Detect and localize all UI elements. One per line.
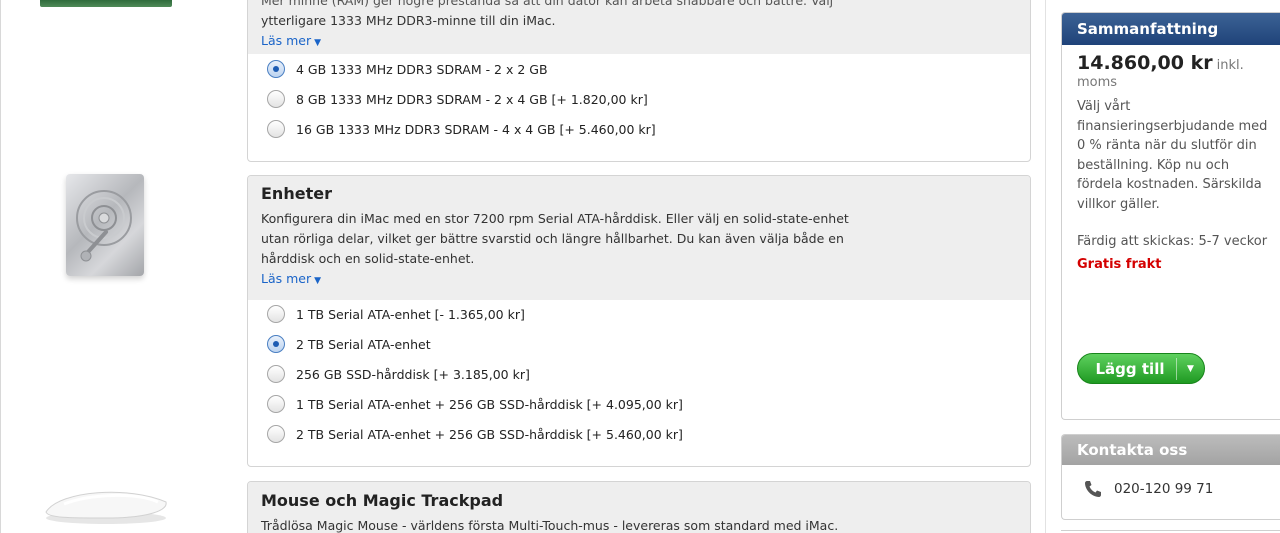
shipping-time-text: Färdig att skickas: 5-7 veckor: [1077, 233, 1268, 249]
magic-mouse-image: [45, 491, 167, 524]
column-divider: [1045, 0, 1046, 533]
storage-title: Enheter: [261, 184, 332, 203]
radio-button[interactable]: [267, 425, 285, 443]
page-left-border: [0, 0, 1, 533]
storage-description-line-2: utan rörliga delar, vilket ger bättre sv…: [261, 231, 844, 246]
contact-phone-row: 020-120 99 71: [1062, 465, 1280, 498]
storage-option-label: 256 GB SSD-hårddisk [+ 3.185,00 kr]: [296, 366, 530, 382]
summary-box: Sammanfattning 14.860,00 kr inkl. moms Vä…: [1061, 12, 1280, 420]
storage-option-2tb-ssd[interactable]: 2 TB Serial ATA-enhet + 256 GB SSD-hårdd…: [267, 423, 683, 445]
memory-panel-header: Mer minne (RAM) ger högre prestanda så a…: [248, 0, 1030, 54]
financing-text: Välj vårt finansieringserbjudande med 0 …: [1077, 99, 1268, 212]
radio-button[interactable]: [267, 305, 285, 323]
memory-learn-more-link[interactable]: Läs mer ▼: [261, 31, 321, 53]
radio-button-checked[interactable]: [267, 60, 285, 78]
radio-button[interactable]: [267, 90, 285, 108]
storage-panel-header: Enheter Konfigurera din iMac med en stor…: [248, 176, 1030, 300]
memory-learn-more-label: Läs mer: [261, 33, 312, 48]
phone-icon: [1085, 481, 1101, 497]
hard-drive-platter-icon: [76, 190, 132, 262]
free-shipping-label: Gratis frakt: [1077, 257, 1162, 273]
storage-option-1tb[interactable]: 1 TB Serial ATA-enhet [- 1.365,00 kr]: [267, 303, 525, 325]
storage-option-2tb[interactable]: 2 TB Serial ATA-enhet: [267, 333, 431, 355]
memory-option-16gb[interactable]: 16 GB 1333 MHz DDR3 SDRAM - 4 x 4 GB [+ …: [267, 118, 656, 140]
hard-drive-image: [66, 174, 144, 276]
mouse-title: Mouse och Magic Trackpad: [261, 491, 504, 510]
radio-button[interactable]: [267, 120, 285, 138]
memory-option-label: 16 GB 1333 MHz DDR3 SDRAM - 4 x 4 GB [+ …: [296, 121, 656, 137]
radio-button[interactable]: [267, 365, 285, 383]
storage-option-1tb-ssd[interactable]: 1 TB Serial ATA-enhet + 256 GB SSD-hårdd…: [267, 393, 683, 415]
radio-button[interactable]: [267, 395, 285, 413]
storage-learn-more-link[interactable]: Läs mer ▼: [261, 269, 321, 291]
storage-learn-more-label: Läs mer: [261, 271, 312, 286]
chevron-down-icon[interactable]: ▼: [1177, 364, 1204, 374]
mouse-description: Trådlösa Magic Mouse - världens första M…: [261, 518, 839, 533]
add-to-cart-button[interactable]: Lägg till ▼: [1077, 353, 1205, 384]
memory-option-4gb[interactable]: 4 GB 1333 MHz DDR3 SDRAM - 2 x 2 GB: [267, 58, 548, 80]
memory-module-image: [40, 0, 172, 7]
storage-options-panel: Enheter Konfigurera din iMac med en stor…: [247, 175, 1031, 467]
storage-description-line-3: hårddisk och en solid-state-enhet.: [261, 251, 475, 266]
storage-description-line-1: Konfigurera din iMac med en stor 7200 rp…: [261, 211, 849, 226]
storage-option-label: 2 TB Serial ATA-enhet + 256 GB SSD-hårdd…: [296, 426, 683, 442]
chevron-down-icon: ▼: [314, 276, 322, 286]
memory-description: ytterligare 1333 MHz DDR3-minne till din…: [261, 13, 556, 28]
add-to-cart-label: Lägg till: [1095, 359, 1165, 378]
mouse-options-panel: Mouse och Magic Trackpad Trådlösa Magic …: [247, 481, 1031, 533]
storage-option-label: 1 TB Serial ATA-enhet + 256 GB SSD-hårdd…: [296, 396, 683, 412]
memory-option-label: 8 GB 1333 MHz DDR3 SDRAM - 2 x 4 GB [+ 1…: [296, 91, 648, 107]
summary-header: Sammanfattning: [1062, 13, 1280, 45]
storage-option-label: 2 TB Serial ATA-enhet: [296, 336, 431, 352]
contact-phone-number[interactable]: 020-120 99 71: [1114, 481, 1213, 497]
memory-options-panel: Mer minne (RAM) ger högre prestanda så a…: [247, 0, 1031, 162]
mouse-panel-header: Mouse och Magic Trackpad Trådlösa Magic …: [248, 482, 1030, 533]
total-price: 14.860,00 kr: [1077, 52, 1213, 74]
storage-option-label: 1 TB Serial ATA-enhet [- 1.365,00 kr]: [296, 306, 525, 322]
price-line: 14.860,00 kr inkl. moms: [1062, 45, 1280, 91]
chevron-down-icon: ▼: [314, 38, 322, 48]
memory-option-label: 4 GB 1333 MHz DDR3 SDRAM - 2 x 2 GB: [296, 61, 548, 77]
contact-box: Kontakta oss 020-120 99 71: [1061, 434, 1280, 520]
memory-description-top: Mer minne (RAM) ger högre prestanda så a…: [261, 0, 834, 8]
contact-header: Kontakta oss: [1062, 435, 1280, 465]
memory-option-8gb[interactable]: 8 GB 1333 MHz DDR3 SDRAM - 2 x 4 GB [+ 1…: [267, 88, 648, 110]
radio-button-checked[interactable]: [267, 335, 285, 353]
storage-option-256ssd[interactable]: 256 GB SSD-hårddisk [+ 3.185,00 kr]: [267, 363, 530, 385]
